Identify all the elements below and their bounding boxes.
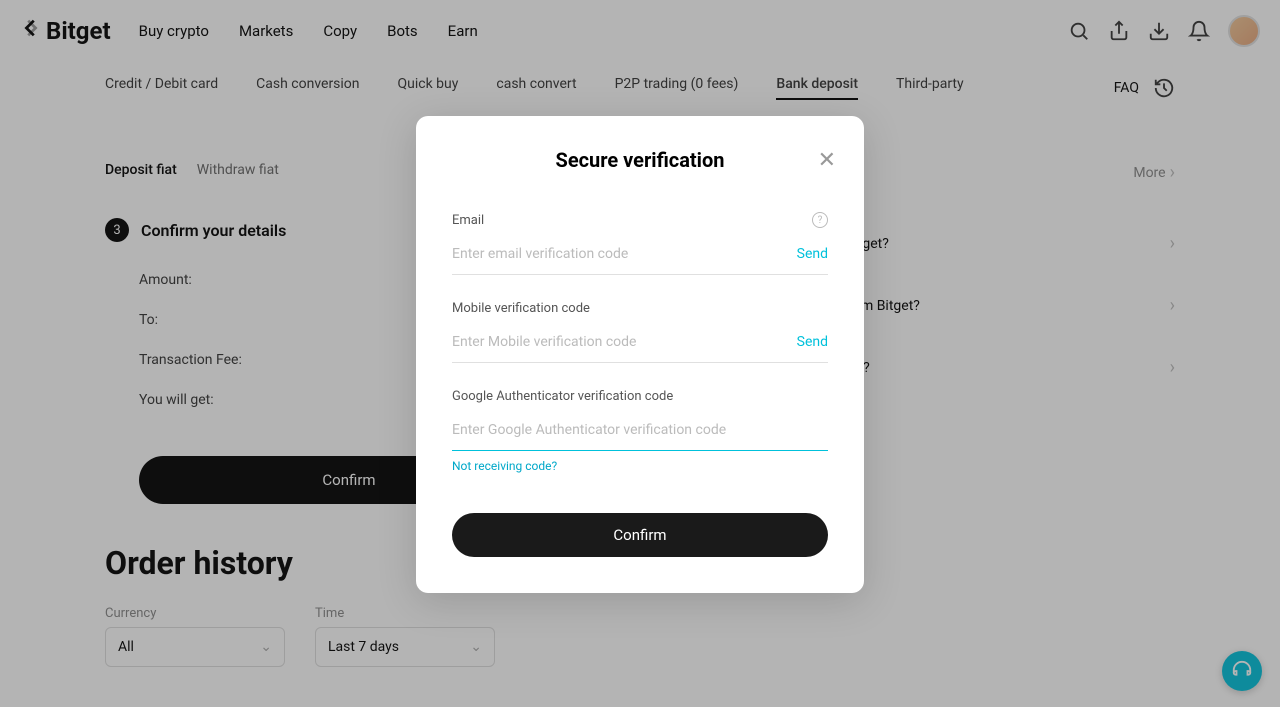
verification-modal: Secure verification ✕ Email ? Send Mobil… <box>416 116 864 593</box>
close-button[interactable]: ✕ <box>818 148 836 173</box>
send-email-button[interactable]: Send <box>797 246 828 262</box>
send-mobile-button[interactable]: Send <box>797 334 828 350</box>
modal-overlay[interactable]: Secure verification ✕ Email ? Send Mobil… <box>0 0 1280 707</box>
email-code-input[interactable] <box>452 240 797 268</box>
ga-code-input[interactable] <box>452 416 828 444</box>
help-icon[interactable]: ? <box>812 212 828 228</box>
modal-title: Secure verification <box>452 148 828 172</box>
mobile-label: Mobile verification code <box>452 301 590 316</box>
not-receiving-link[interactable]: Not receiving code? <box>452 459 828 473</box>
mobile-field-group: Mobile verification code Send <box>452 301 828 363</box>
ga-label: Google Authenticator verification code <box>452 389 673 404</box>
email-label: Email <box>452 213 484 228</box>
mobile-code-input[interactable] <box>452 328 797 356</box>
email-field-group: Email ? Send <box>452 212 828 275</box>
ga-field-group: Google Authenticator verification code <box>452 389 828 451</box>
close-icon: ✕ <box>818 148 836 173</box>
modal-confirm-button[interactable]: Confirm <box>452 513 828 557</box>
